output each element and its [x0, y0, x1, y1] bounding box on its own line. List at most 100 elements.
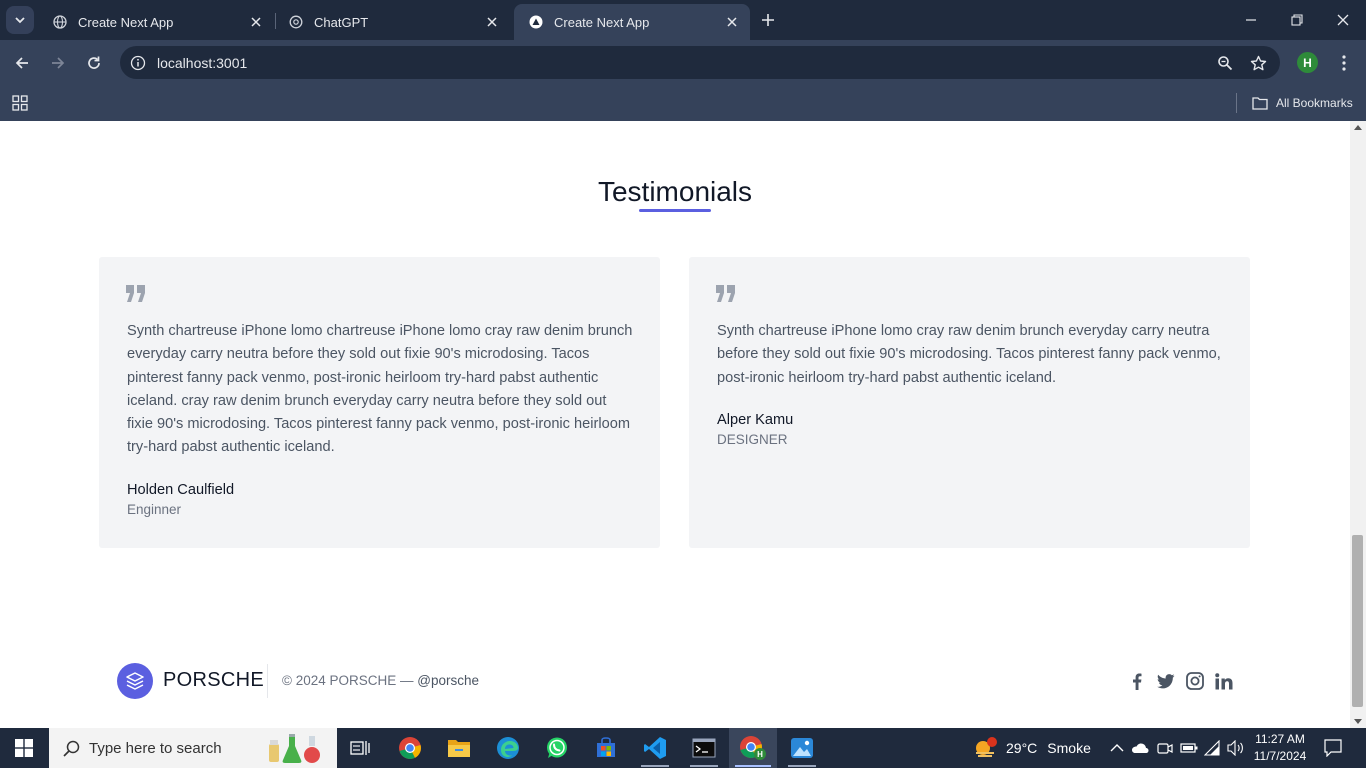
address-bar[interactable]: localhost:3001 [120, 46, 1280, 79]
reload-button[interactable] [81, 50, 107, 76]
close-icon [1337, 14, 1349, 26]
back-button[interactable] [9, 50, 35, 76]
browser-menu-button[interactable] [1334, 51, 1354, 75]
search-icon [61, 738, 81, 758]
twitter-icon[interactable] [1156, 671, 1176, 691]
bookmark-star-icon[interactable] [1247, 52, 1269, 74]
search-highlight-icon [269, 734, 320, 763]
chatgpt-icon [288, 14, 304, 30]
nextjs-icon [528, 14, 544, 30]
bookmarks-divider [1236, 93, 1237, 113]
browser-tab-bar: Create Next App ChatGPT Create Next App [0, 0, 1366, 40]
brand-logo-icon[interactable] [117, 663, 153, 699]
globe-icon [52, 14, 68, 30]
tab-create-next-app-active[interactable]: Create Next App [514, 4, 750, 40]
bookmarks-bar: All Bookmarks [0, 85, 1366, 121]
url-text: localhost:3001 [157, 55, 248, 71]
close-icon[interactable] [722, 12, 742, 32]
testimonial-quote: Synth chartreuse iPhone lomo chartreuse … [127, 323, 633, 456]
footer-handle-link[interactable]: @porsche [417, 673, 479, 688]
title-underline [639, 209, 711, 212]
restore-icon [1291, 14, 1303, 26]
plus-icon [762, 14, 774, 26]
linkedin-icon[interactable] [1214, 671, 1234, 691]
testimonial-card: Synth chartreuse iPhone lomo cray raw de… [689, 257, 1250, 548]
minimize-button[interactable] [1228, 0, 1274, 40]
tab-title: ChatGPT [314, 14, 369, 30]
testimonial-author-name: Holden Caulfield [127, 482, 235, 498]
wifi-icon[interactable] [1203, 738, 1223, 758]
tab-title: Create Next App [554, 14, 650, 30]
testimonial-author-name: Alper Kamu [717, 412, 794, 428]
reload-icon [88, 56, 100, 69]
chevron-up-icon[interactable] [1107, 738, 1127, 758]
restore-button[interactable] [1274, 0, 1320, 40]
weather-widget[interactable]: 29°C Smoke [972, 728, 1091, 768]
clock-date: 11/7/2024 [1253, 749, 1307, 763]
taskbar-search[interactable]: Type here to search [49, 728, 337, 768]
profile-avatar[interactable]: H [1297, 52, 1318, 73]
edge-icon[interactable] [484, 728, 532, 768]
tab-search-button[interactable] [6, 6, 34, 34]
new-tab-button[interactable] [756, 8, 780, 32]
terminal-icon[interactable] [680, 728, 728, 768]
facebook-icon[interactable] [1127, 671, 1147, 691]
notification-center-icon[interactable] [1322, 737, 1344, 759]
windows-taskbar: Type here to search H 29°C Smoke 11:27 A… [0, 728, 1366, 768]
footer-brand-name[interactable]: PORSCHE [163, 669, 264, 692]
scroll-thumb[interactable] [1352, 535, 1363, 707]
testimonial-author-role: Enginner [127, 502, 182, 517]
quote-icon [126, 285, 145, 302]
photos-icon[interactable] [778, 728, 826, 768]
apps-button[interactable] [10, 93, 30, 113]
windows-logo-icon [15, 739, 33, 757]
chevron-down-icon [15, 17, 25, 24]
meet-camera-icon[interactable] [1155, 738, 1175, 758]
page-viewport: Testimonials Synth chartreuse iPhone lom… [0, 121, 1350, 728]
tab-title: Create Next App [78, 14, 174, 30]
testimonial-quote: Synth chartreuse iPhone lomo cray raw de… [717, 323, 1221, 386]
onedrive-cloud-icon[interactable] [1130, 738, 1150, 758]
task-view-icon[interactable] [336, 728, 384, 768]
site-info-icon[interactable] [128, 53, 148, 73]
search-placeholder: Type here to search [89, 739, 222, 757]
minimize-icon [1246, 19, 1256, 21]
tab-chatgpt[interactable]: ChatGPT [274, 4, 510, 40]
arrow-right-icon [52, 57, 65, 69]
apps-grid-icon [12, 95, 28, 111]
chrome-icon[interactable] [386, 728, 434, 768]
battery-icon[interactable] [1179, 738, 1199, 758]
weather-condition: Smoke [1047, 740, 1091, 756]
microsoft-store-icon[interactable] [582, 728, 630, 768]
close-icon[interactable] [246, 12, 266, 32]
testimonial-card: Synth chartreuse iPhone lomo chartreuse … [99, 257, 660, 548]
close-icon[interactable] [482, 12, 502, 32]
clock-time: 11:27 AM [1255, 732, 1305, 746]
close-window-button[interactable] [1320, 0, 1366, 40]
folder-icon [1252, 97, 1268, 110]
tab-create-next-app-1[interactable]: Create Next App [38, 4, 274, 40]
volume-icon[interactable] [1226, 738, 1246, 758]
scroll-down-icon[interactable] [1354, 719, 1362, 724]
vscode-icon[interactable] [631, 728, 679, 768]
forward-button[interactable] [45, 50, 71, 76]
all-bookmarks-button[interactable]: All Bookmarks [1252, 93, 1353, 113]
zoom-icon[interactable] [1214, 52, 1236, 74]
scroll-up-icon[interactable] [1354, 125, 1362, 130]
all-bookmarks-label: All Bookmarks [1276, 96, 1353, 110]
testimonial-author-role: DESIGNER [717, 432, 788, 447]
start-button[interactable] [0, 728, 48, 768]
footer-copyright: © 2024 PORSCHE — @porsche [282, 673, 479, 688]
weather-temperature: 29°C [1006, 740, 1038, 756]
section-title: Testimonials [597, 176, 753, 207]
page-scrollbar[interactable] [1350, 121, 1366, 728]
more-vertical-icon [1342, 55, 1346, 71]
layers-icon [126, 672, 144, 690]
system-clock[interactable]: 11:27 AM 11/7/2024 [1250, 731, 1310, 765]
instagram-icon[interactable] [1185, 671, 1205, 691]
chrome-profile-icon[interactable]: H [729, 728, 777, 768]
weather-sun-icon [972, 736, 1000, 760]
file-explorer-icon[interactable] [435, 728, 483, 768]
whatsapp-icon[interactable] [533, 728, 581, 768]
quote-icon [716, 285, 735, 302]
